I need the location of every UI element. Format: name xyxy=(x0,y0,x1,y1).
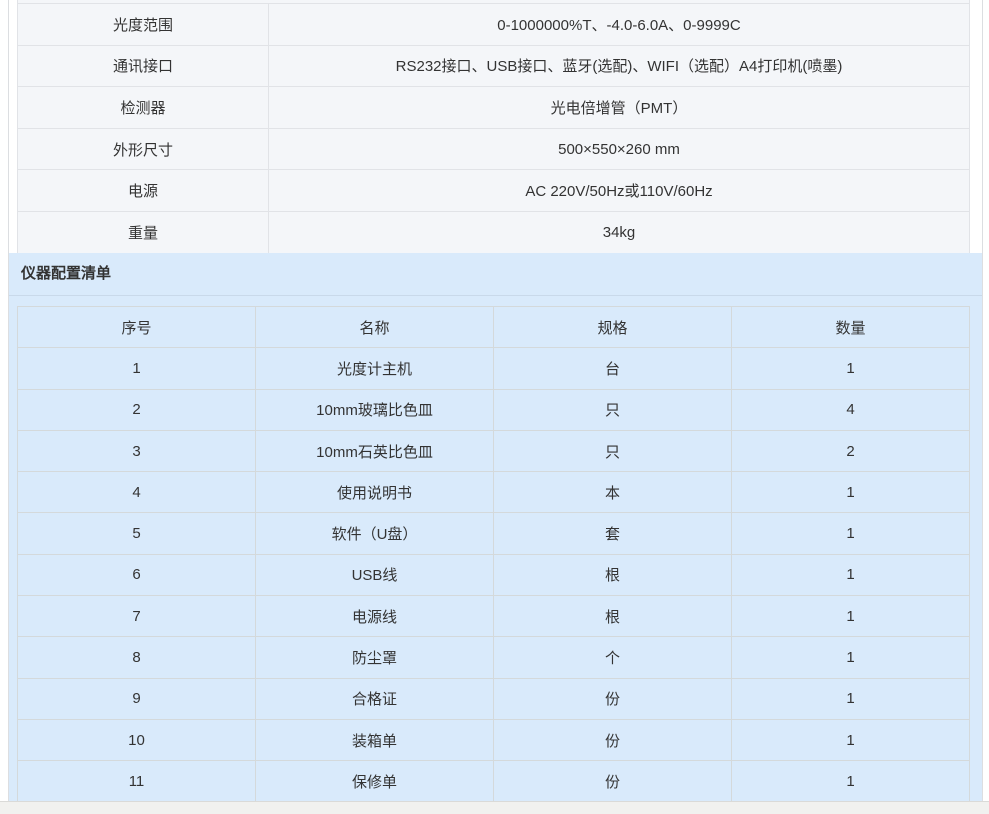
config-cell-spec: 根 xyxy=(494,596,732,637)
config-header-row: 序号 名称 规格 数量 xyxy=(18,307,970,348)
config-cell-index: 6 xyxy=(18,554,256,595)
config-cell-spec: 台 xyxy=(494,348,732,389)
spec-label: 检测器 xyxy=(18,87,269,129)
spec-row: 外形尺寸 500×550×260 mm xyxy=(18,128,970,170)
config-cell-spec: 只 xyxy=(494,389,732,430)
config-cell-spec: 份 xyxy=(494,678,732,719)
config-cell-spec: 个 xyxy=(494,637,732,678)
config-cell-qty: 1 xyxy=(732,472,970,513)
config-cell-qty: 1 xyxy=(732,637,970,678)
spec-label: 重量 xyxy=(18,211,269,253)
config-cell-spec: 根 xyxy=(494,554,732,595)
content-container: 光度范围 0-1000000%T、-4.0-6.0A、0-9999C 通讯接口 … xyxy=(8,0,983,801)
config-cell-name: USB线 xyxy=(256,554,494,595)
config-cell-spec: 只 xyxy=(494,430,732,471)
config-row: 3 10mm石英比色皿 只 2 xyxy=(18,430,970,471)
config-row: 11 保修单 份 1 xyxy=(18,761,970,802)
config-cell-index: 11 xyxy=(18,761,256,802)
config-cell-qty: 1 xyxy=(732,513,970,554)
config-cell-index: 1 xyxy=(18,348,256,389)
config-cell-index: 8 xyxy=(18,637,256,678)
config-cell-name: 光度计主机 xyxy=(256,348,494,389)
spec-row: 光度范围 0-1000000%T、-4.0-6.0A、0-9999C xyxy=(18,4,970,46)
spec-value: RS232接口、USB接口、蓝牙(选配)、WIFI（选配）A4打印机(喷墨) xyxy=(269,45,970,87)
config-cell-name: 软件（U盘） xyxy=(256,513,494,554)
config-cell-name: 装箱单 xyxy=(256,719,494,760)
section-title: 仪器配置清单 xyxy=(9,253,982,296)
config-cell-name: 使用说明书 xyxy=(256,472,494,513)
config-header-index: 序号 xyxy=(18,307,256,348)
config-cell-qty: 1 xyxy=(732,719,970,760)
config-cell-index: 9 xyxy=(18,678,256,719)
spec-row: 电源 AC 220V/50Hz或110V/60Hz xyxy=(18,170,970,212)
config-header-qty: 数量 xyxy=(732,307,970,348)
spec-table: 光度范围 0-1000000%T、-4.0-6.0A、0-9999C 通讯接口 … xyxy=(17,3,970,254)
spec-value: 0-1000000%T、-4.0-6.0A、0-9999C xyxy=(269,4,970,46)
config-cell-qty: 4 xyxy=(732,389,970,430)
spec-value: 34kg xyxy=(269,211,970,253)
config-row: 7 电源线 根 1 xyxy=(18,596,970,637)
config-cell-index: 4 xyxy=(18,472,256,513)
config-section: 仪器配置清单 序号 名称 规格 数量 1 光度计主机 台 1 xyxy=(9,253,982,801)
spec-label: 电源 xyxy=(18,170,269,212)
config-cell-index: 5 xyxy=(18,513,256,554)
spec-value: AC 220V/50Hz或110V/60Hz xyxy=(269,170,970,212)
config-header-spec: 规格 xyxy=(494,307,732,348)
spec-value: 500×550×260 mm xyxy=(269,128,970,170)
spec-row: 检测器 光电倍增管（PMT） xyxy=(18,87,970,129)
spec-label: 通讯接口 xyxy=(18,45,269,87)
config-table: 序号 名称 规格 数量 1 光度计主机 台 1 2 10mm xyxy=(17,306,970,803)
config-cell-qty: 1 xyxy=(732,761,970,802)
page: 光度范围 0-1000000%T、-4.0-6.0A、0-9999C 通讯接口 … xyxy=(0,0,989,814)
spec-row: 重量 34kg xyxy=(18,211,970,253)
config-cell-name: 防尘罩 xyxy=(256,637,494,678)
spec-row: 通讯接口 RS232接口、USB接口、蓝牙(选配)、WIFI（选配）A4打印机(… xyxy=(18,45,970,87)
config-cell-spec: 份 xyxy=(494,719,732,760)
config-cell-index: 2 xyxy=(18,389,256,430)
config-cell-index: 7 xyxy=(18,596,256,637)
config-cell-spec: 份 xyxy=(494,761,732,802)
config-cell-qty: 1 xyxy=(732,348,970,389)
config-row: 2 10mm玻璃比色皿 只 4 xyxy=(18,389,970,430)
config-cell-index: 3 xyxy=(18,430,256,471)
config-cell-spec: 套 xyxy=(494,513,732,554)
config-row: 4 使用说明书 本 1 xyxy=(18,472,970,513)
config-cell-qty: 1 xyxy=(732,678,970,719)
config-cell-name: 10mm玻璃比色皿 xyxy=(256,389,494,430)
spec-value: 光电倍增管（PMT） xyxy=(269,87,970,129)
config-cell-index: 10 xyxy=(18,719,256,760)
config-cell-name: 合格证 xyxy=(256,678,494,719)
spec-label: 外形尺寸 xyxy=(18,128,269,170)
page-bottom-strip xyxy=(0,801,989,814)
config-row: 1 光度计主机 台 1 xyxy=(18,348,970,389)
config-cell-qty: 1 xyxy=(732,554,970,595)
config-row: 8 防尘罩 个 1 xyxy=(18,637,970,678)
config-cell-name: 保修单 xyxy=(256,761,494,802)
config-cell-spec: 本 xyxy=(494,472,732,513)
config-row: 10 装箱单 份 1 xyxy=(18,719,970,760)
config-header-name: 名称 xyxy=(256,307,494,348)
config-cell-qty: 2 xyxy=(732,430,970,471)
config-cell-name: 电源线 xyxy=(256,596,494,637)
config-row: 9 合格证 份 1 xyxy=(18,678,970,719)
config-cell-name: 10mm石英比色皿 xyxy=(256,430,494,471)
spec-label: 光度范围 xyxy=(18,4,269,46)
config-row: 6 USB线 根 1 xyxy=(18,554,970,595)
config-row: 5 软件（U盘） 套 1 xyxy=(18,513,970,554)
config-cell-qty: 1 xyxy=(732,596,970,637)
